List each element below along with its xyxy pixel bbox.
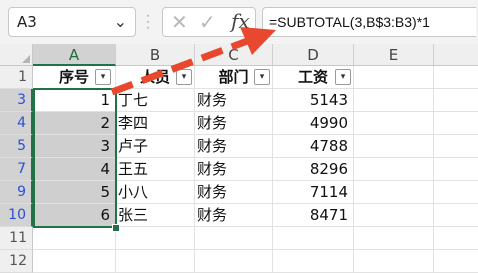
row-header-9[interactable]: 9 xyxy=(0,181,33,204)
person-cell[interactable]: 小八 xyxy=(116,181,195,204)
salary-cell[interactable]: 8471 xyxy=(273,204,354,227)
salary-cell[interactable]: 8296 xyxy=(273,158,354,181)
person-cell[interactable]: 张三 xyxy=(116,204,195,227)
formula-controls: ✕ ✓ fx xyxy=(162,7,256,37)
insert-function-icon[interactable]: fx xyxy=(231,9,250,33)
empty-cell[interactable] xyxy=(354,158,434,181)
empty-cell[interactable] xyxy=(354,135,434,158)
spreadsheet-grid: A B C D E 1 序号 ▾ 人员 ▾ 部门 ▾ 工资 ▾ 3 1 丁七 财… xyxy=(0,44,478,273)
index-cell[interactable]: 6 xyxy=(33,204,116,227)
select-all-button[interactable] xyxy=(0,44,33,66)
person-cell[interactable]: 丁七 xyxy=(116,89,195,112)
filter-active-icon[interactable]: ▾ xyxy=(254,69,270,85)
empty-cell[interactable] xyxy=(273,227,354,250)
empty-cell[interactable] xyxy=(354,227,434,250)
empty-cell[interactable] xyxy=(116,227,195,250)
column-header-d[interactable]: D xyxy=(273,44,354,66)
empty-cell[interactable] xyxy=(33,227,116,250)
more-vertical-icon: · · · xyxy=(146,9,150,35)
row-header-7[interactable]: 7 xyxy=(0,158,33,181)
empty-cell[interactable] xyxy=(354,89,434,112)
index-cell[interactable]: 5 xyxy=(33,181,116,204)
cancel-icon[interactable]: ✕ xyxy=(171,10,188,34)
formula-text: =SUBTOTAL(3,B$3:B3)*1 xyxy=(269,14,430,30)
dept-cell[interactable]: 财务 xyxy=(195,204,273,227)
empty-cell[interactable] xyxy=(434,227,478,250)
empty-cell[interactable] xyxy=(354,204,434,227)
person-cell[interactable]: 卢子 xyxy=(116,135,195,158)
cell-blank[interactable] xyxy=(434,66,478,89)
fill-handle[interactable] xyxy=(112,224,120,232)
filter-dropdown-icon[interactable]: ▾ xyxy=(335,69,351,85)
dept-cell[interactable]: 财务 xyxy=(195,158,273,181)
name-box[interactable]: A3 ⌄ xyxy=(8,7,136,37)
row-header-10[interactable]: 10 xyxy=(0,204,33,227)
column-header-c[interactable]: C xyxy=(195,44,273,66)
column-header-blank[interactable] xyxy=(434,44,478,66)
dept-cell[interactable]: 财务 xyxy=(195,135,273,158)
column-header-a[interactable]: A xyxy=(33,44,116,66)
index-cell[interactable]: 2 xyxy=(33,112,116,135)
row-header-11[interactable]: 11 xyxy=(0,227,33,250)
empty-cell[interactable] xyxy=(434,135,478,158)
filter-dropdown-icon[interactable]: ▾ xyxy=(176,69,192,85)
name-box-value: A3 xyxy=(17,13,37,31)
check-icon[interactable]: ✓ xyxy=(199,10,216,34)
dept-cell[interactable]: 财务 xyxy=(195,112,273,135)
index-cell[interactable]: 3 xyxy=(33,135,116,158)
formula-bar: A3 ⌄ · · · ✕ ✓ fx =SUBTOTAL(3,B$3:B3)*1 xyxy=(0,0,478,44)
cell-e1[interactable] xyxy=(354,66,434,89)
row-header-5[interactable]: 5 xyxy=(0,135,33,158)
salary-cell[interactable]: 5143 xyxy=(273,89,354,112)
empty-cell[interactable] xyxy=(354,181,434,204)
empty-cell[interactable] xyxy=(354,112,434,135)
index-cell[interactable]: 4 xyxy=(33,158,116,181)
empty-cell[interactable] xyxy=(434,181,478,204)
chevron-down-icon[interactable]: ⌄ xyxy=(114,12,127,31)
salary-cell[interactable]: 4990 xyxy=(273,112,354,135)
index-cell[interactable]: 1 xyxy=(33,89,116,112)
person-cell[interactable]: 王五 xyxy=(116,158,195,181)
row-header-3[interactable]: 3 xyxy=(0,89,33,112)
empty-cell[interactable] xyxy=(434,158,478,181)
empty-cell[interactable] xyxy=(434,204,478,227)
dept-cell[interactable]: 财务 xyxy=(195,89,273,112)
filter-dropdown-icon[interactable]: ▾ xyxy=(95,69,111,85)
empty-cell[interactable] xyxy=(434,89,478,112)
row-header-4[interactable]: 4 xyxy=(0,112,33,135)
empty-cell[interactable] xyxy=(434,112,478,135)
person-cell[interactable]: 李四 xyxy=(116,112,195,135)
formula-input[interactable]: =SUBTOTAL(3,B$3:B3)*1 xyxy=(262,7,476,37)
column-header-b[interactable]: B xyxy=(116,44,195,66)
row-header-1[interactable]: 1 xyxy=(0,66,33,89)
column-header-e[interactable]: E xyxy=(354,44,434,66)
empty-cell[interactable] xyxy=(195,227,273,250)
salary-cell[interactable]: 7114 xyxy=(273,181,354,204)
salary-cell[interactable]: 4788 xyxy=(273,135,354,158)
dept-cell[interactable]: 财务 xyxy=(195,181,273,204)
